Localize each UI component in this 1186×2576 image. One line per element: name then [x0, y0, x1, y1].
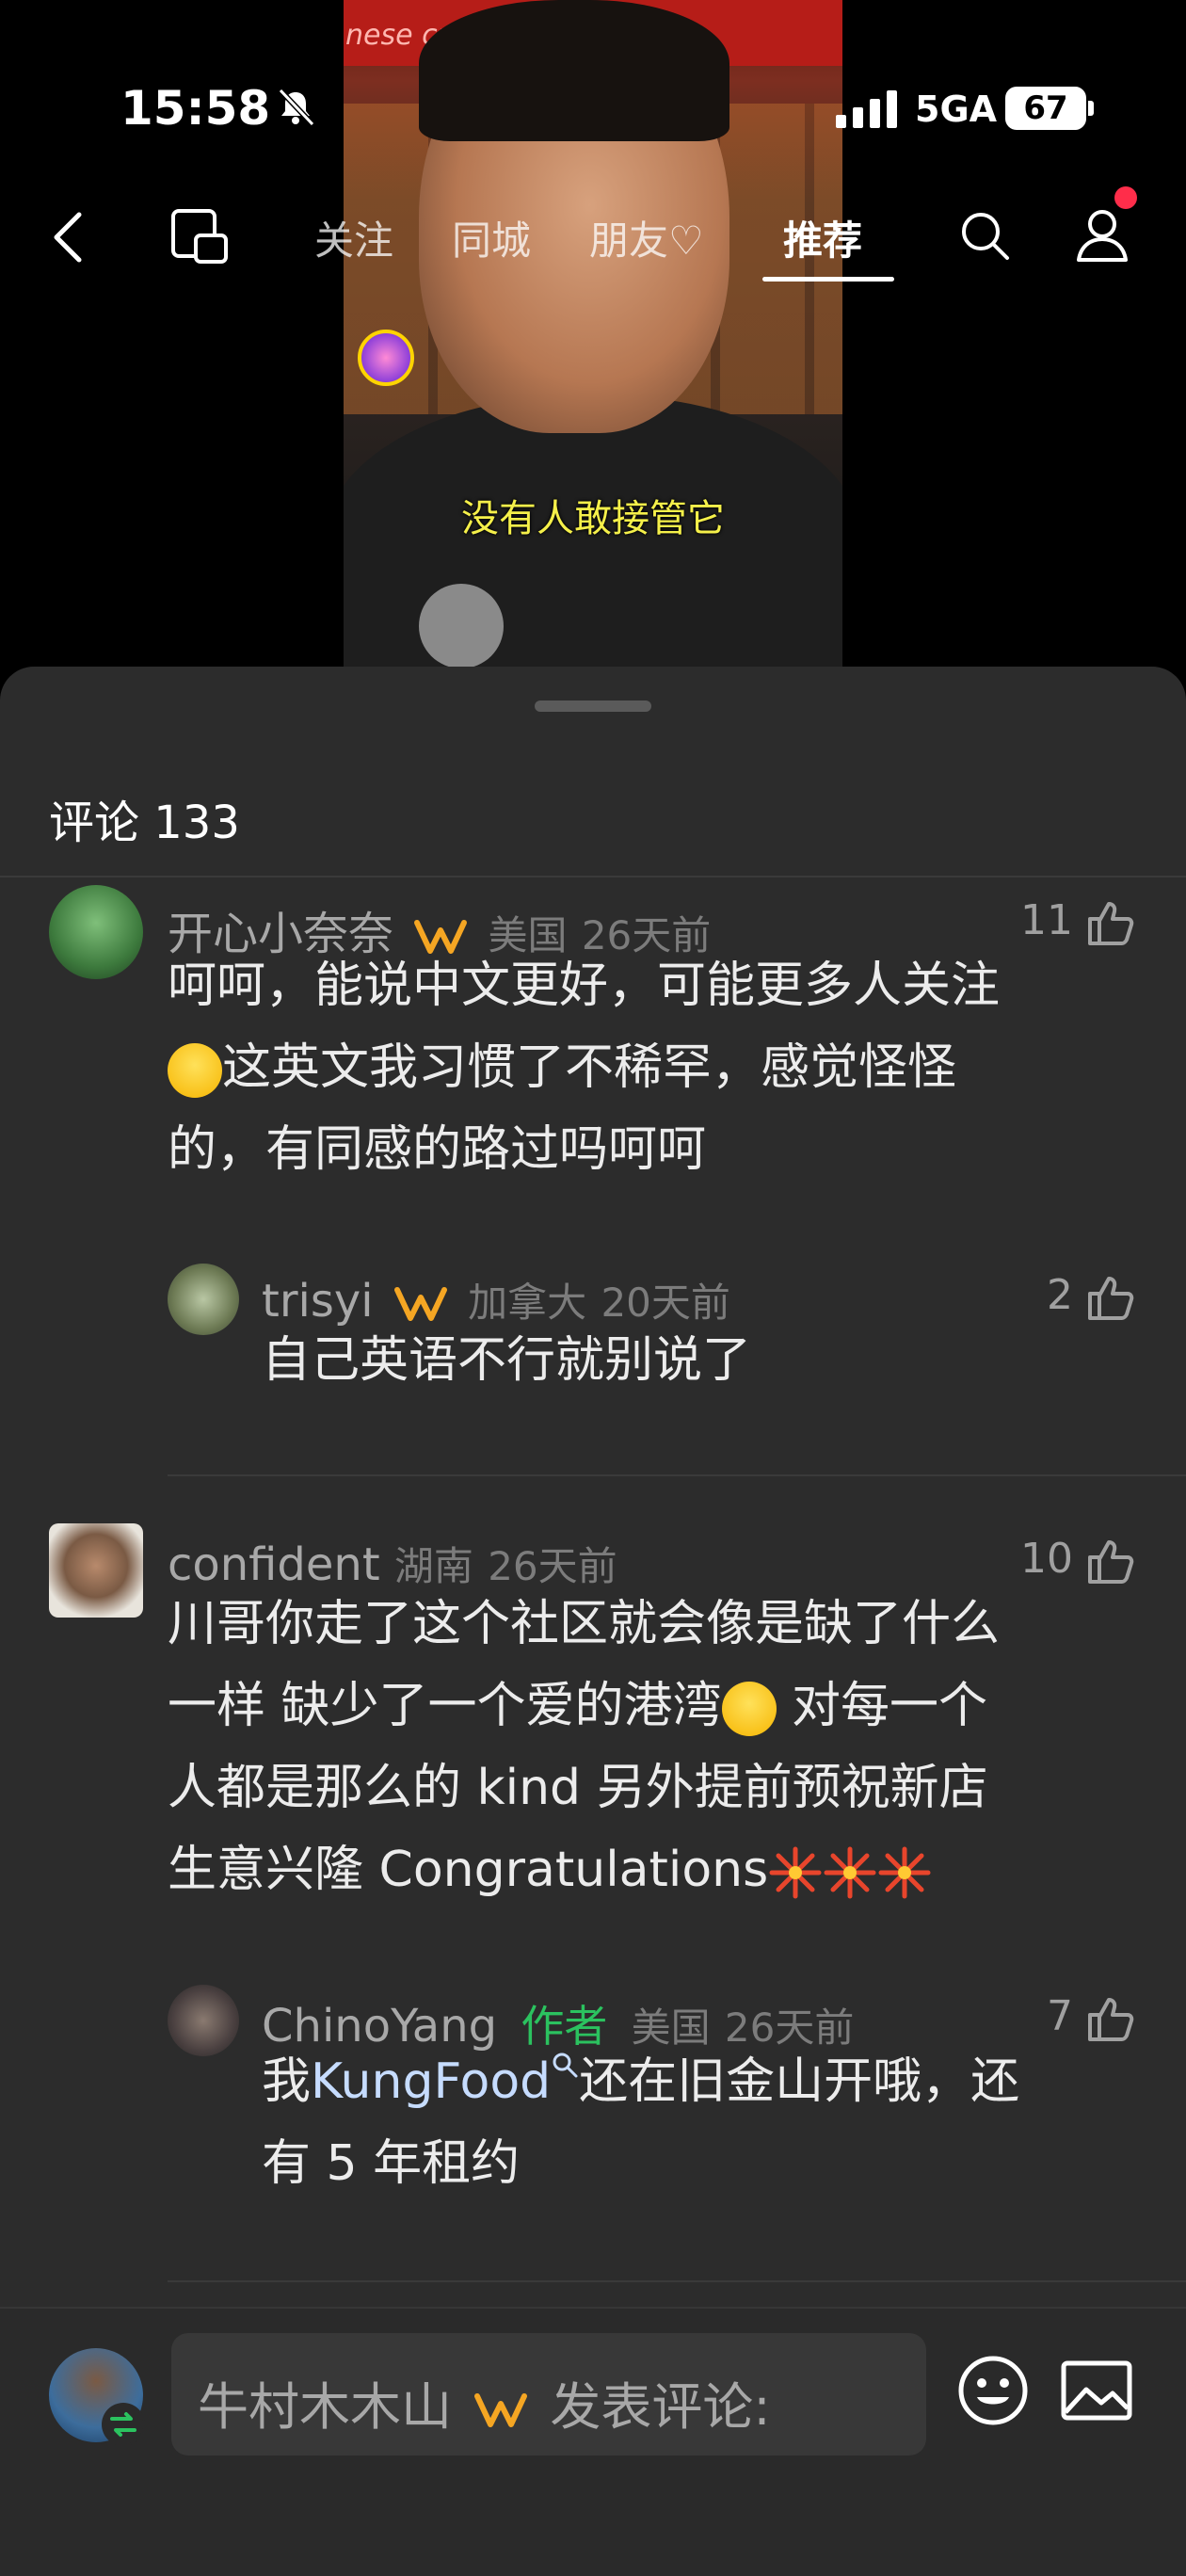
avatar[interactable]	[168, 1985, 239, 2056]
search-small-icon	[553, 2053, 578, 2078]
like-control[interactable]: 10	[1020, 1535, 1137, 1586]
like-count: 11	[1020, 896, 1073, 944]
comment-line: 一样 缺少了一个爱的港湾 对每一个	[168, 1666, 1156, 1747]
user-icon[interactable]	[1075, 207, 1130, 264]
firework-emoji-icon	[878, 1846, 931, 1899]
active-tab-indicator	[762, 277, 894, 282]
reply-text-prefix: 我	[262, 2053, 312, 2110]
firework-emoji-icon	[824, 1846, 876, 1899]
notification-dot	[1114, 186, 1137, 209]
comment-line: 生意兴隆 Congratulations	[168, 1829, 1156, 1911]
comment-input-bar: 牛村木木山 发表评论:	[0, 2307, 1186, 2576]
sticker-icon	[358, 330, 414, 386]
thumbs-up-icon[interactable]	[1086, 1273, 1137, 1322]
grinning-emoji-icon	[168, 1043, 222, 1098]
firework-emoji-icon	[769, 1846, 822, 1899]
battery-icon: 67	[1005, 87, 1094, 130]
comment-line: 的，有同感的路过吗呵呵	[168, 1121, 707, 1178]
battery-level: 67	[1023, 89, 1068, 127]
comment-line-text: 对每一个	[776, 1678, 988, 1734]
comment-text: 呵呵，能说中文更好，可能更多人关注 这英文我习惯了不稀罕，感觉怪怪 的，有同感的…	[168, 945, 1146, 1191]
like-count: 10	[1020, 1535, 1073, 1583]
like-count: 7	[1047, 1992, 1073, 2040]
reply-line: 有 5 年租约	[262, 2135, 521, 2192]
avatar[interactable]	[168, 1264, 239, 1335]
thumbs-up-icon[interactable]	[1086, 1994, 1137, 2043]
person-hair	[419, 0, 729, 141]
image-icon[interactable]	[1060, 2358, 1133, 2423]
comment-text: 川哥你走了这个社区就会像是缺了什么 一样 缺少了一个爱的港湾 对每一个 人都是那…	[168, 1584, 1156, 1911]
avatar[interactable]	[49, 1523, 143, 1618]
comment-line-text: 生意兴隆 Congratulations	[168, 1842, 769, 1898]
divider	[168, 1474, 1186, 1476]
emoji-icon[interactable]	[956, 2354, 1030, 2427]
input-prompt: 发表评论:	[550, 2377, 771, 2437]
floating-window-icon[interactable]	[169, 207, 230, 266]
location: 湖南	[393, 1543, 473, 1589]
divider	[168, 2280, 1186, 2282]
comment-line-text: 这英文我习惯了不稀罕，感觉怪怪	[222, 1039, 957, 1096]
vip-badge-icon	[474, 2393, 528, 2428]
crying-emoji-icon	[721, 1682, 777, 1736]
comment-line: 呵呵，能说中文更好，可能更多人关注	[168, 958, 1001, 1014]
keyword-link[interactable]: KungFood	[311, 2053, 551, 2110]
back-icon[interactable]	[49, 209, 87, 266]
video-subtitle: 没有人敢接管它	[461, 497, 725, 540]
divider	[0, 876, 1186, 877]
vip-badge-icon	[393, 1287, 447, 1321]
tab-local[interactable]: 同城	[452, 209, 531, 266]
like-control[interactable]: 2	[1047, 1271, 1137, 1322]
tab-recommend[interactable]: 推荐	[783, 209, 862, 266]
tab-follow[interactable]: 关注	[314, 209, 393, 266]
like-control[interactable]: 11	[1020, 896, 1137, 947]
timestamp: 26天前	[488, 1543, 617, 1589]
thumbs-up-icon[interactable]	[1086, 1537, 1137, 1586]
like-count: 2	[1047, 1271, 1073, 1319]
comment-line: 这英文我习惯了不稀罕，感觉怪怪	[168, 1027, 1146, 1109]
comment-input[interactable]: 牛村木木山 发表评论:	[171, 2333, 926, 2455]
comment-count-title: 评论 133	[49, 797, 240, 849]
timestamp: 20天前	[601, 1280, 730, 1326]
comment-sheet: 评论 133 开心小奈奈 美国 26天前 11 呵呵，能说中文更好，可能更多人关…	[0, 667, 1186, 2576]
comment-line: 川哥你走了这个社区就会像是缺了什么	[168, 1596, 1001, 1652]
video-player[interactable]: nese cuisine 没有人敢接管它	[344, 0, 842, 678]
reply-text-suffix: 还在旧金山开哦，还	[579, 2053, 1020, 2110]
comment-line: 人都是那么的 kind 另外提前预祝新店	[168, 1760, 988, 1816]
thumbs-up-icon[interactable]	[1086, 898, 1137, 947]
comment-input-placeholder: 牛村木木山 发表评论:	[198, 2365, 771, 2439]
reply-line: 我KungFood 还在旧金山开哦，还	[262, 2041, 1156, 2123]
status-time: 15:58	[120, 81, 271, 136]
reply-text: 我KungFood 还在旧金山开哦，还 有 5 年租约	[262, 2041, 1156, 2205]
like-control[interactable]: 7	[1047, 1992, 1137, 2043]
input-username: 牛村木木山	[198, 2377, 452, 2437]
avatar[interactable]	[49, 885, 143, 979]
comment-line-text: 一样 缺少了一个爱的港湾	[168, 1678, 722, 1734]
switch-account-icon[interactable]	[102, 2403, 145, 2446]
signal-icon	[836, 90, 897, 128]
reply-text: 自己英语不行就别说了	[262, 1332, 752, 1389]
sheet-grab-handle[interactable]	[535, 700, 651, 712]
network-label: 5GA	[915, 89, 998, 130]
search-icon[interactable]	[958, 209, 1011, 262]
tab-friends[interactable]: 朋友♡	[589, 209, 704, 266]
location: 加拿大	[468, 1280, 587, 1326]
bell-off-icon	[278, 88, 315, 127]
microphone	[419, 584, 504, 668]
